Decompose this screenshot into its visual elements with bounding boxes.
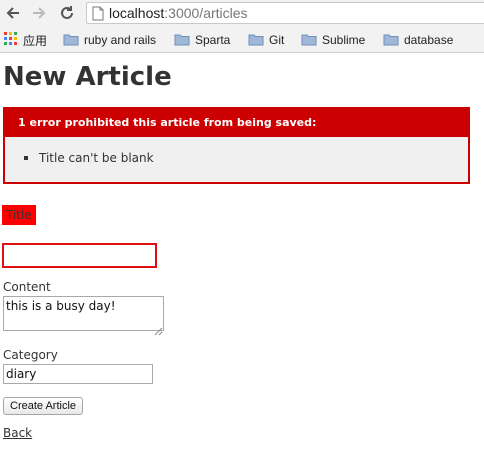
page-icon [92, 6, 104, 25]
bookmark-label: Git [269, 33, 285, 47]
content-textarea[interactable]: this is a busy day! [3, 296, 164, 331]
bookmark-label: Sparta [195, 33, 231, 47]
folder-icon [383, 31, 399, 50]
back-arrow-icon[interactable] [3, 3, 23, 23]
address-bar[interactable]: localhost:3000/articles [86, 2, 484, 24]
error-list: Title can't be blank [24, 151, 154, 165]
bookmark-sublime[interactable]: Sublime [301, 32, 365, 48]
bookmark-git[interactable]: Git [248, 32, 284, 48]
bookmark-label: database [404, 33, 454, 47]
category-label: Category [3, 348, 58, 362]
bookmark-sparta[interactable]: Sparta [174, 32, 230, 48]
bookmark-ruby-and-rails[interactable]: ruby and rails [63, 32, 156, 48]
bookmark-label: 应用 [23, 33, 48, 48]
forward-arrow-icon[interactable] [29, 3, 49, 23]
page-title: New Article [3, 62, 172, 92]
bookmark-apps[interactable]: 应用 [4, 31, 48, 50]
folder-icon [63, 31, 79, 50]
back-link[interactable]: Back [3, 426, 32, 440]
bookmark-database[interactable]: database [383, 32, 453, 48]
resize-grip-icon[interactable] [154, 321, 163, 340]
bookmark-label: Sublime [322, 33, 366, 47]
error-message: Title can't be blank [24, 151, 154, 165]
content-label: Content [3, 280, 51, 294]
create-article-button[interactable]: Create Article [3, 397, 84, 415]
error-header: 1 error prohibited this article from bei… [5, 109, 468, 137]
bookmark-label: ruby and rails [84, 33, 157, 47]
reload-icon[interactable] [57, 3, 77, 23]
error-explanation: 1 error prohibited this article from bei… [3, 107, 470, 184]
folder-icon [301, 31, 317, 50]
url-text: localhost:3000/articles [109, 5, 248, 21]
bookmarks-bar: 应用 ruby and rails Sparta Git Sublime dat… [0, 28, 484, 53]
title-input[interactable] [2, 243, 157, 268]
category-input[interactable] [3, 364, 153, 384]
apps-grid-icon [4, 31, 18, 50]
folder-icon [174, 31, 190, 50]
title-label: Title [2, 205, 36, 225]
folder-icon [248, 31, 264, 50]
browser-toolbar: localhost:3000/articles [0, 0, 484, 28]
